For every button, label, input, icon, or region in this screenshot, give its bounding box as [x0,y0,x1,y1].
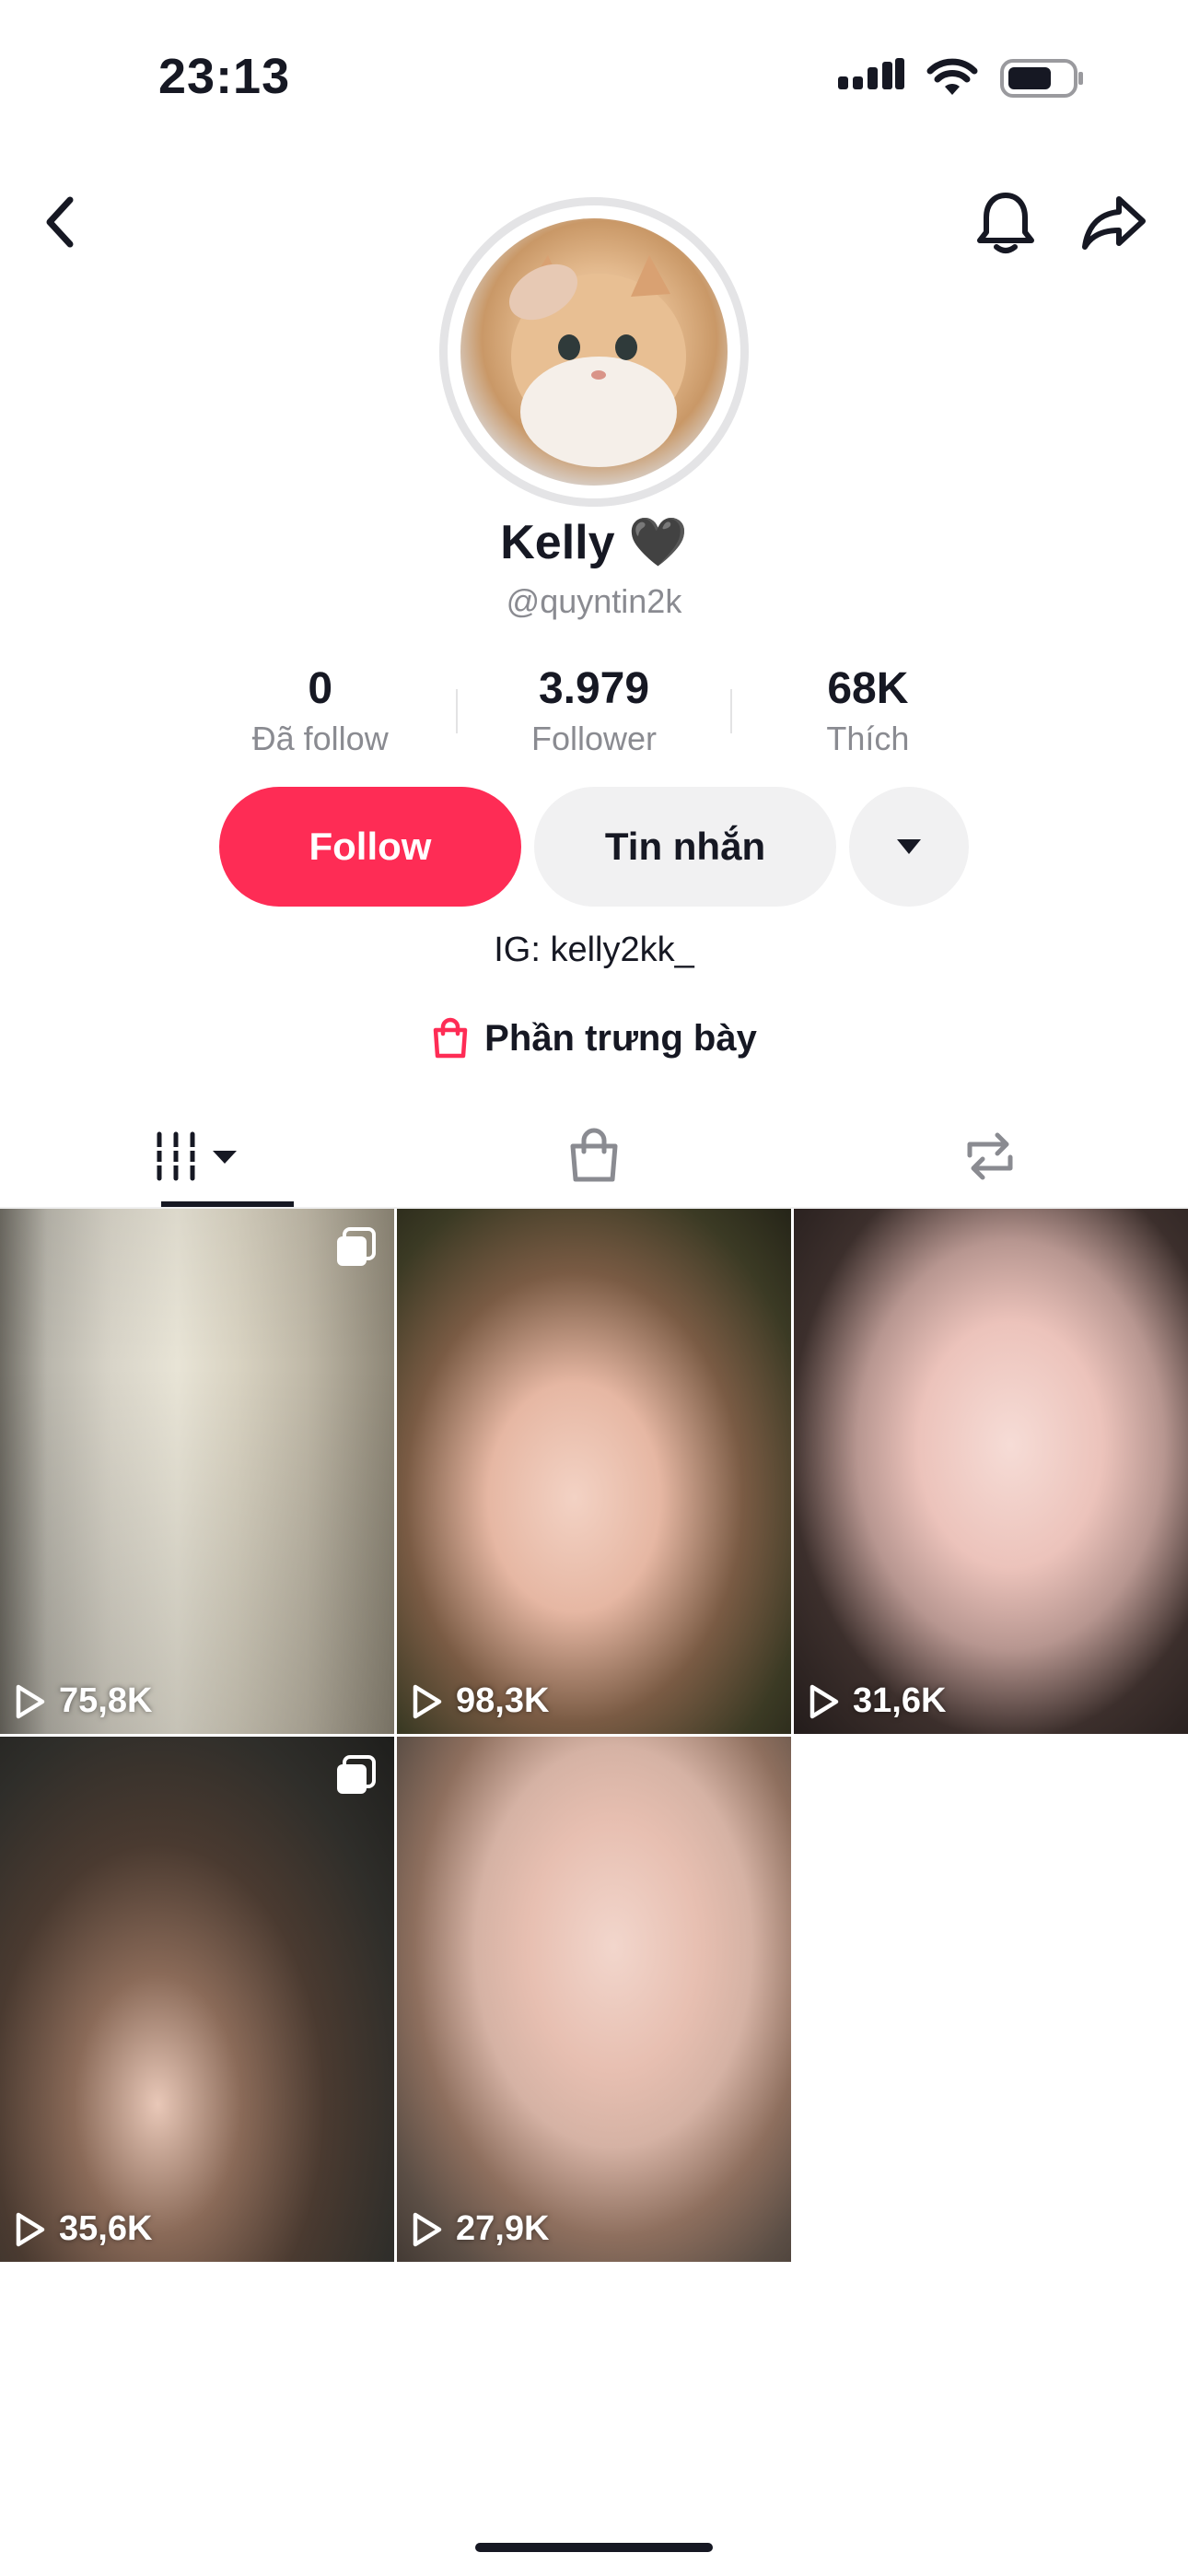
notification-button[interactable] [973,188,1039,258]
showcase-label: Phần trưng bày [484,1017,757,1059]
share-arrow-icon [1082,196,1146,250]
back-button[interactable] [31,188,87,256]
view-count-text: 98,3K [456,1681,550,1720]
play-icon [413,2212,442,2246]
profile-stats: 0 Đã follow 3.979 Follower 68K Thích [184,663,1004,761]
play-icon [809,1684,839,1718]
tab-videos[interactable] [0,1106,396,1207]
status-time: 23:13 [158,49,291,104]
video-thumbnail[interactable]: 75,8K [0,1209,394,1734]
more-options-button[interactable] [849,787,969,907]
followers-count: 3.979 [538,664,650,713]
following-count: 0 [308,664,333,713]
battery-icon [1000,59,1083,98]
play-icon [413,1684,442,1718]
video-grid: 75,8K 98,3K 31,6K 35,6K 27,9K [0,1209,1188,2262]
play-icon [16,1684,45,1718]
username: @quyntin2k [506,582,682,620]
shopping-bag-icon [433,1017,468,1059]
view-count-text: 31,6K [853,1681,947,1720]
stat-followers[interactable]: 3.979 Follower [458,663,729,761]
multi-photo-icon [337,1755,376,1794]
cat-avatar-image [509,255,686,467]
likes-count: 68K [827,664,909,713]
shopping-bag-icon [570,1128,618,1182]
video-thumbnail[interactable]: 31,6K [794,1209,1188,1734]
play-icon [16,2212,45,2246]
likes-label: Thích [826,720,910,757]
chevron-left-icon [46,196,74,248]
view-count-text: 75,8K [59,1681,153,1720]
view-count: 98,3K [412,1681,549,1721]
followers-label: Follower [530,720,658,757]
profile-tabs [0,1106,1188,1207]
video-thumbnail[interactable]: 27,9K [397,1737,791,2262]
avatar-ring[interactable] [439,197,749,507]
bell-icon [977,193,1034,253]
view-count-text: 35,6K [59,2209,153,2248]
stat-likes[interactable]: 68K Thích [732,663,1004,761]
repost-icon [967,1132,1013,1180]
status-icons [838,57,1085,100]
cellular-signal-icon [838,58,904,89]
message-button[interactable]: Tin nhắn [534,787,836,907]
bio-text: IG: kelly2kk_ [494,931,694,969]
video-thumbnail[interactable]: 98,3K [397,1209,791,1734]
view-count: 75,8K [15,1681,152,1721]
view-count: 31,6K [809,1681,946,1721]
grid-bars-icon [152,1131,237,1181]
multi-photo-icon [337,1227,376,1266]
home-indicator [475,2543,713,2552]
showcase-link[interactable]: Phần trưng bày [0,1017,1188,1060]
view-count-text: 27,9K [456,2209,550,2248]
tab-shop[interactable] [396,1106,792,1207]
follow-button[interactable]: Follow [219,787,521,907]
following-label: Đã follow [251,720,389,757]
share-button[interactable] [1079,188,1149,258]
tab-reposts[interactable] [792,1106,1188,1207]
display-name: Kelly 🖤 [500,516,688,569]
caret-down-icon [897,839,921,854]
stat-following[interactable]: 0 Đã follow [184,663,456,761]
view-count: 27,9K [412,2209,549,2249]
view-count: 35,6K [15,2209,152,2249]
avatar [460,218,728,486]
video-thumbnail[interactable]: 35,6K [0,1737,394,2262]
wifi-icon [926,58,978,95]
